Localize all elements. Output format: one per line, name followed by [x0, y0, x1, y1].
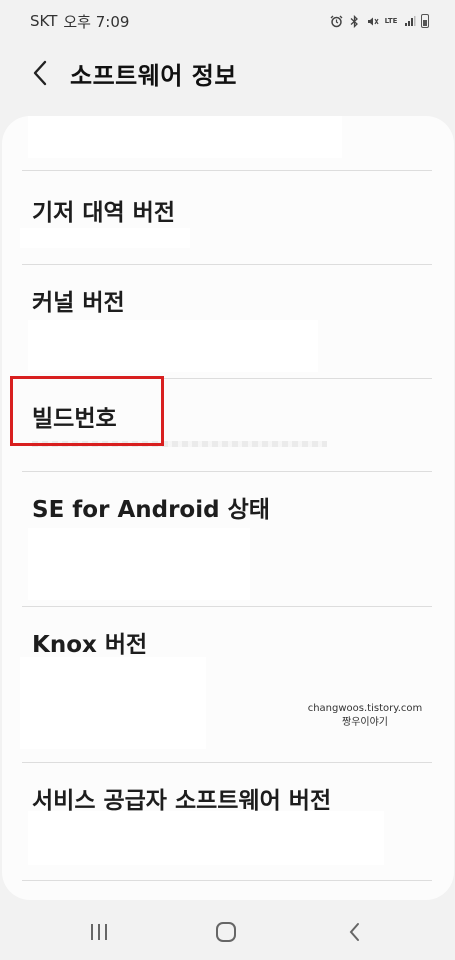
redacted-value [20, 657, 206, 749]
watermark: changwoos.tistory.com 짱우이야기 [300, 702, 430, 730]
list-item-se-android-status[interactable]: SE for Android 상태 [2, 472, 454, 606]
list-item-knox-version[interactable]: Knox 버전 [2, 607, 454, 762]
app-header: 소프트웨어 정보 [0, 48, 455, 98]
status-left: SKT 오후 7:09 [30, 11, 129, 32]
row-title: 빌드번호 [32, 406, 117, 432]
redacted-value [28, 116, 342, 158]
list-item-provider-software-version[interactable]: 서비스 공급자 소프트웨어 버전 [2, 763, 454, 880]
back-chevron-icon [349, 923, 359, 941]
page-title: 소프트웨어 정보 [70, 61, 237, 90]
watermark-name: 짱우이야기 [342, 717, 388, 728]
row-title: 서비스 공급자 소프트웨어 버전 [32, 788, 332, 814]
battery-icon [421, 14, 429, 28]
signal-icon [403, 15, 416, 28]
row-title: 커널 버전 [32, 290, 125, 316]
chevron-left-icon [33, 60, 47, 86]
lte-label: LTE [384, 16, 398, 25]
back-button[interactable] [20, 53, 60, 93]
clock: 오후 7:09 [63, 12, 130, 31]
home-icon [216, 922, 236, 942]
status-icons: LTE [330, 14, 429, 28]
list-item-build-number[interactable]: 빌드번호 [2, 379, 454, 471]
watermark-url: changwoos.tistory.com [307, 703, 423, 714]
software-info-list: 기저 대역 버전 커널 버전 빌드번호 SE for Android 상태 Kn… [2, 116, 454, 900]
list-item-top[interactable] [2, 116, 454, 170]
redacted-value [32, 441, 327, 447]
redacted-value [28, 811, 384, 865]
home-button[interactable] [211, 918, 241, 946]
status-bar: SKT 오후 7:09 LTE [0, 0, 455, 42]
redacted-value [28, 320, 318, 372]
nav-back-button[interactable] [339, 918, 369, 946]
redacted-value [28, 528, 250, 600]
recents-button[interactable] [84, 918, 114, 946]
recents-icon [91, 924, 107, 940]
row-title: Knox 버전 [32, 632, 148, 658]
divider [22, 880, 432, 881]
list-item-kernel-version[interactable]: 커널 버전 [2, 265, 454, 378]
lte-icon: LTE [384, 15, 398, 28]
carrier-label: SKT [30, 12, 58, 30]
list-item-baseband-version[interactable]: 기저 대역 버전 [2, 171, 454, 264]
mute-icon [366, 15, 379, 28]
bluetooth-icon [348, 14, 361, 28]
row-title: SE for Android 상태 [32, 497, 270, 523]
redacted-value [20, 228, 190, 248]
alarm-icon [330, 15, 343, 28]
row-title: 기저 대역 버전 [32, 200, 175, 226]
navigation-bar [0, 900, 455, 960]
